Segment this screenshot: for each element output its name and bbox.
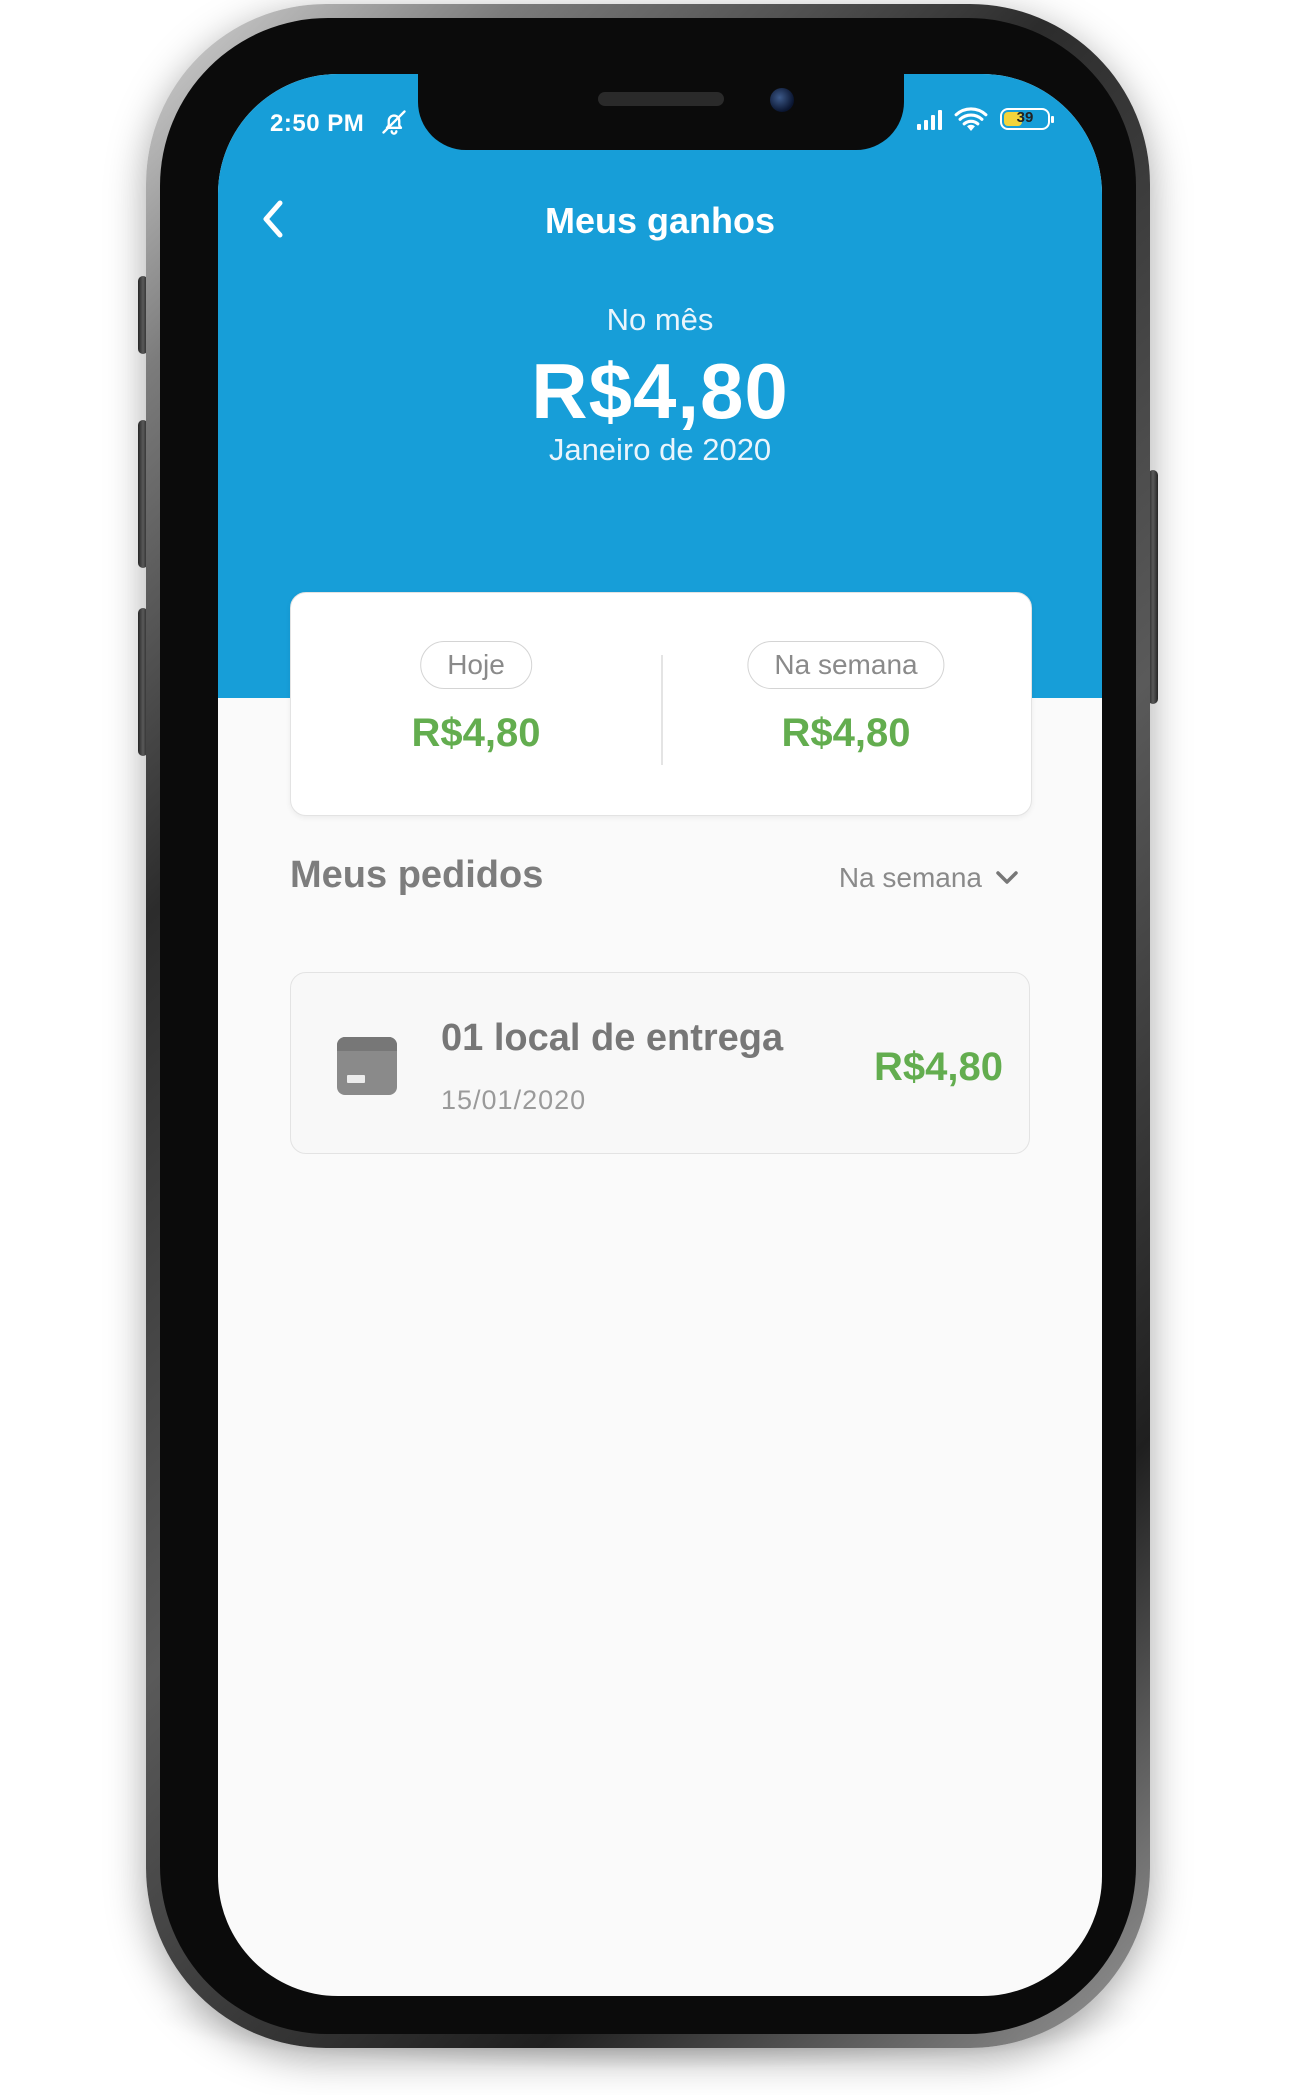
phone-screen: 2:50 PM 39 Meus ganhos No mês R$4,80 Jan… (218, 74, 1102, 1996)
page-title: Meus ganhos (544, 200, 776, 241)
front-camera (770, 88, 794, 112)
orders-section-title: Meus pedidos (290, 854, 544, 896)
order-date: 15/01/2020 (441, 1085, 587, 1115)
phone-bezel: 2:50 PM 39 Meus ganhos No mês R$4,80 Jan… (160, 18, 1136, 2034)
week-summary: Na semana R$4,80 (661, 593, 1031, 815)
week-label: Na semana (747, 641, 945, 689)
battery-icon: 39 (1000, 108, 1054, 130)
orders-period-selected: Na semana (838, 862, 982, 893)
month-label: No mês (606, 302, 714, 337)
phone-frame: 2:50 PM 39 Meus ganhos No mês R$4,80 Jan… (146, 4, 1150, 2048)
order-value: R$4,80 (874, 1045, 1003, 1089)
order-list-item[interactable]: 01 local de entrega 15/01/2020 R$4,80 (290, 972, 1030, 1154)
today-value: R$4,80 (411, 711, 541, 755)
chevron-down-icon (996, 871, 1018, 884)
earnings-summary-card: Hoje R$4,80 Na semana R$4,80 (290, 592, 1032, 816)
today-summary: Hoje R$4,80 (291, 593, 661, 815)
battery-percentage: 39 (1016, 109, 1034, 126)
wifi-icon (954, 107, 988, 132)
month-period: Janeiro de 2020 (548, 432, 772, 467)
notch (418, 74, 904, 150)
status-time: 2:50 PM (270, 110, 365, 137)
order-title: 01 local de entrega (441, 1017, 784, 1059)
month-earnings-value: R$4,80 (531, 347, 789, 435)
today-label: Hoje (420, 641, 532, 689)
week-value: R$4,80 (781, 711, 911, 755)
bell-off-icon (382, 110, 406, 135)
speaker-grille (598, 92, 724, 106)
orders-period-dropdown[interactable]: Na semana (839, 862, 1018, 894)
status-icons: 39 (917, 106, 1054, 132)
package-icon (337, 1037, 397, 1095)
signal-icon (917, 108, 942, 130)
